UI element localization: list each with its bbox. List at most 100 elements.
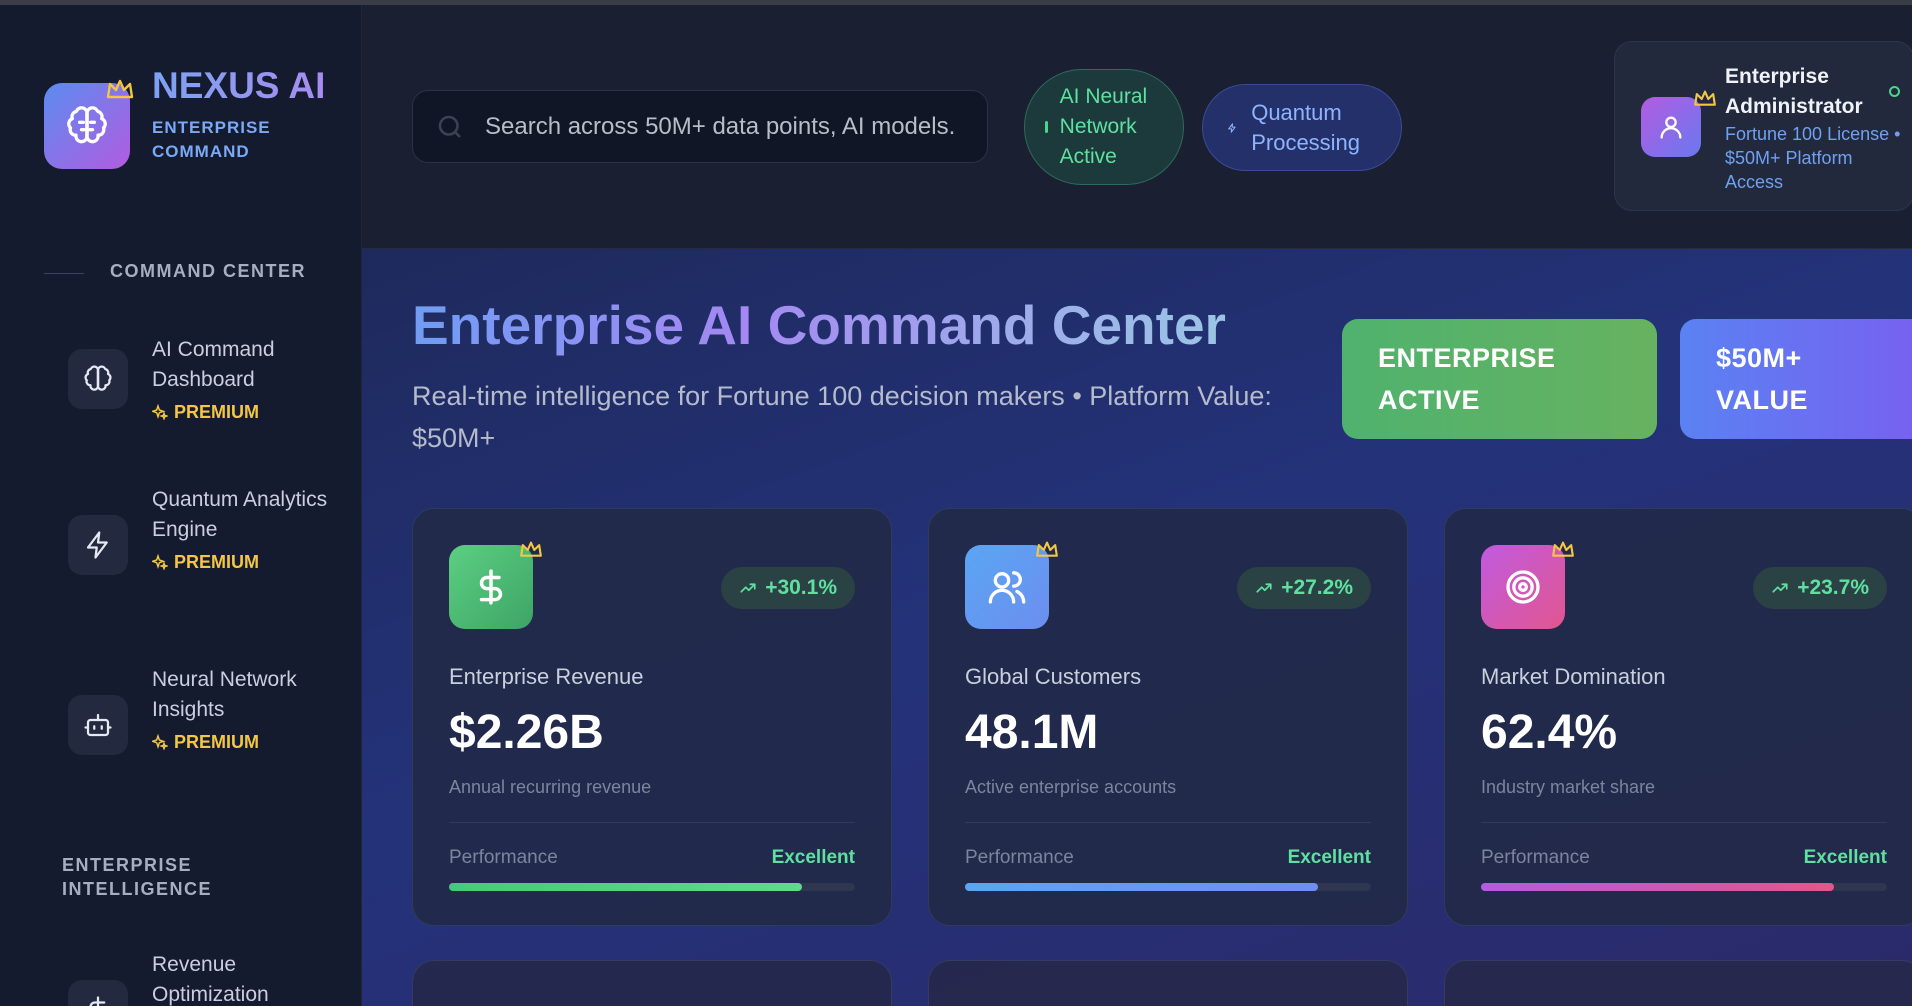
- search-input[interactable]: [485, 112, 955, 141]
- page-title: Enterprise AI Command Center: [412, 294, 1226, 356]
- performance-progress-track: [449, 883, 855, 891]
- nav-text: Quantum Analytics Engine PREMIUM: [152, 485, 332, 577]
- target-icon: [1506, 570, 1540, 604]
- lightning-icon: [86, 531, 108, 559]
- sidebar-item-label: Revenue Optimization: [152, 953, 269, 1006]
- online-status-indicator: [1889, 86, 1900, 97]
- metric-card-partial[interactable]: [1444, 960, 1912, 1006]
- brain-icon: [84, 365, 112, 391]
- nav-text: Revenue Optimization: [152, 950, 332, 1006]
- sparkle-icon: [152, 404, 168, 420]
- nav-icon-box: [68, 695, 128, 755]
- sidebar-item-label: AI Command Dashboard: [152, 338, 275, 391]
- nav-text: AI Command Dashboard PREMIUM: [152, 335, 332, 427]
- trend-badge: +27.2%: [1237, 567, 1371, 609]
- status-dot: [1045, 121, 1048, 133]
- card-description: Annual recurring revenue: [449, 777, 652, 797]
- card-divider: [1481, 822, 1887, 823]
- sidebar-item-quantum-analytics[interactable]: Quantum Analytics Engine PREMIUM: [68, 485, 338, 635]
- premium-badge: PREMIUM: [152, 397, 332, 427]
- brand-subtitle: ENTERPRISE COMMAND: [152, 118, 271, 161]
- sidebar-item-ai-command-dashboard[interactable]: AI Command Dashboard PREMIUM: [68, 335, 338, 455]
- brand-title: NEXUS AI: [152, 61, 332, 110]
- trending-up-icon: [1772, 583, 1788, 593]
- sidebar: NEXUS AI ENTERPRISE COMMAND COMMAND CENT…: [0, 5, 362, 1006]
- trend-value: +23.7%: [1797, 576, 1869, 599]
- lightning-icon: [1228, 122, 1236, 133]
- performance-progress-track: [965, 883, 1371, 891]
- metric-card-revenue[interactable]: +30.1% Enterprise Revenue $2.26B Annual …: [412, 508, 892, 926]
- nav-icon-box: [68, 349, 128, 409]
- sidebar-item-label: Neural Network Insights: [152, 668, 297, 721]
- brand: NEXUS AI ENTERPRISE COMMAND: [152, 61, 332, 164]
- section-label-command-center: COMMAND CENTER: [110, 261, 306, 281]
- card-label: Enterprise Revenue: [449, 664, 644, 689]
- section-label-enterprise-intelligence: ENTERPRISE INTELLIGENCE: [62, 855, 213, 899]
- card-value: $2.26B: [449, 706, 604, 759]
- performance-value: Excellent: [1803, 847, 1887, 868]
- search-icon: [438, 115, 461, 138]
- card-label: Market Domination: [1481, 664, 1666, 689]
- trending-up-icon: [740, 583, 756, 593]
- search-bar[interactable]: [412, 90, 988, 163]
- performance-label: Performance: [1481, 847, 1590, 868]
- performance-progress-fill: [1481, 883, 1835, 891]
- dollar-icon: [89, 996, 106, 1006]
- user-profile-card[interactable]: Enterprise Administrator Fortune 100 Lic…: [1614, 41, 1912, 211]
- platform-value-badge[interactable]: $50M+ VALUE: [1680, 319, 1912, 439]
- sidebar-item-neural-network-insights[interactable]: Neural Network Insights PREMIUM: [68, 665, 338, 815]
- main-content: Enterprise AI Command Center Real-time i…: [362, 249, 1912, 1006]
- performance-progress-fill: [449, 883, 803, 891]
- trend-value: +30.1%: [765, 576, 837, 599]
- sidebar-item-revenue-optimization[interactable]: Revenue Optimization: [68, 950, 338, 1006]
- trending-up-icon: [1256, 583, 1272, 593]
- avatar: [1641, 97, 1701, 157]
- performance-label: Performance: [965, 847, 1074, 868]
- trend-badge: +23.7%: [1753, 567, 1887, 609]
- profile-name: Enterprise Administrator: [1725, 65, 1863, 118]
- sparkle-icon: [152, 734, 168, 750]
- premium-label: PREMIUM: [174, 732, 259, 752]
- metric-card-customers[interactable]: +27.2% Global Customers 48.1M Active ent…: [928, 508, 1408, 926]
- crown-icon: [106, 79, 134, 99]
- metric-card-partial[interactable]: [928, 960, 1408, 1006]
- nav-text: Neural Network Insights PREMIUM: [152, 665, 332, 757]
- page-subtitle: Real-time intelligence for Fortune 100 d…: [412, 381, 1272, 453]
- card-value: 62.4%: [1481, 706, 1618, 759]
- nav-icon-box: [68, 515, 128, 575]
- premium-label: PREMIUM: [174, 402, 259, 422]
- premium-badge: PREMIUM: [152, 547, 332, 577]
- card-divider: [449, 822, 855, 823]
- sidebar-item-label: Quantum Analytics Engine: [152, 488, 328, 541]
- crown-icon: [1552, 541, 1574, 557]
- performance-progress-fill: [965, 883, 1319, 891]
- card-description: Industry market share: [1481, 777, 1656, 797]
- status-network-label: AI Neural Network Active: [1059, 85, 1148, 168]
- metric-card-market[interactable]: +23.7% Market Domination 62.4% Industry …: [1444, 508, 1912, 926]
- trend-badge: +30.1%: [721, 567, 855, 609]
- performance-progress-track: [1481, 883, 1887, 891]
- status-quantum-label: Quantum Processing: [1251, 99, 1361, 155]
- section-divider: [44, 273, 84, 274]
- nav-icon-box: [68, 980, 128, 1006]
- performance-value: Excellent: [1287, 847, 1371, 868]
- status-pill-quantum[interactable]: Quantum Processing: [1202, 84, 1402, 171]
- card-divider: [965, 822, 1371, 823]
- brain-icon: [67, 106, 107, 144]
- card-label: Global Customers: [965, 664, 1142, 689]
- premium-label: PREMIUM: [174, 552, 259, 572]
- crown-icon: [1036, 541, 1058, 557]
- performance-value: Excellent: [771, 847, 855, 868]
- users-icon: [988, 571, 1026, 604]
- robot-icon: [84, 713, 112, 737]
- crown-icon: [1694, 90, 1716, 106]
- profile-subtitle: Fortune 100 License • $50M+ Platform Acc…: [1725, 124, 1901, 192]
- premium-badge: PREMIUM: [152, 727, 332, 757]
- sparkle-icon: [152, 554, 168, 570]
- card-description: Active enterprise accounts: [965, 777, 1177, 797]
- trend-value: +27.2%: [1281, 576, 1353, 599]
- metric-card-partial[interactable]: [412, 960, 892, 1006]
- enterprise-active-badge[interactable]: ENTERPRISE ACTIVE: [1342, 319, 1657, 439]
- dollar-icon: [479, 569, 503, 605]
- status-pill-neural-network[interactable]: AI Neural Network Active: [1024, 69, 1184, 185]
